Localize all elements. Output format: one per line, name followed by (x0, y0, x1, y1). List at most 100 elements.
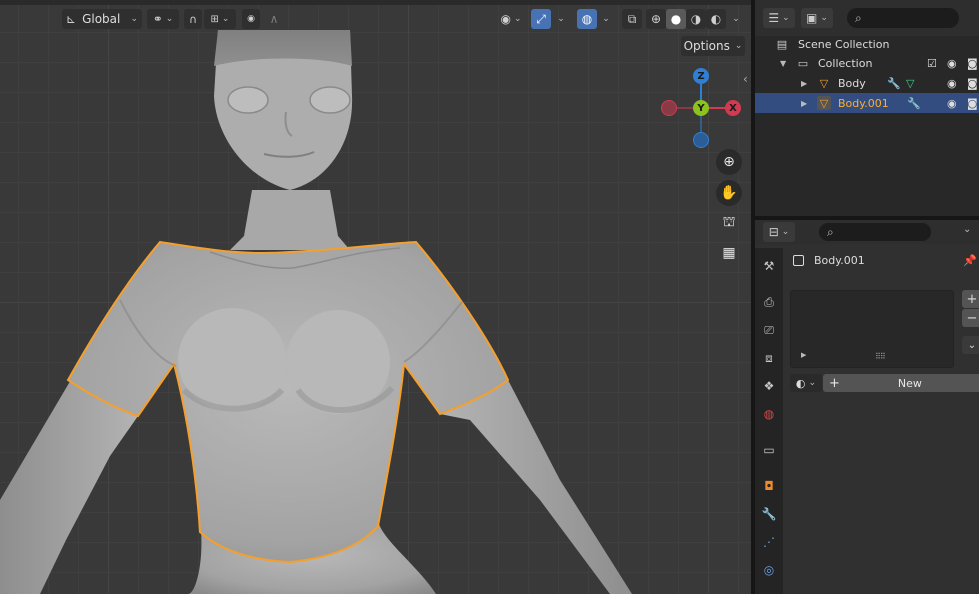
shading-rendered-button[interactable]: ◐ (706, 9, 726, 29)
material-specials-dropdown[interactable]: ⌄ (962, 336, 979, 354)
view-layer-tab-icon[interactable]: ⧈ (759, 348, 779, 368)
expand-right-icon[interactable]: ▶ (801, 351, 806, 359)
options-label: Options (683, 39, 730, 53)
neg-x-axis-ball[interactable] (661, 100, 677, 116)
camera-view-icon[interactable]: ⛫ (716, 210, 742, 236)
collection-tab-icon[interactable]: ▭ (759, 440, 779, 460)
chevron-down-icon: ⌄ (732, 14, 740, 24)
chevron-down-icon: ⌄ (734, 41, 743, 51)
checkbox-icon[interactable]: ☑ (927, 57, 937, 70)
mesh-render[interactable] (0, 0, 751, 594)
xray-icon: ⧉ (627, 11, 637, 26)
plus-icon: + (829, 375, 840, 391)
expand-down-icon[interactable]: ▼ (780, 59, 786, 68)
chevron-down-icon: ⌄ (602, 14, 610, 24)
display-mode-dropdown[interactable]: ▣ ⌄ (801, 8, 833, 28)
properties-tabs: ⚒ ⎙ ⎚ ⧈ ❖ ◍ ▭ ◘ 🔧 ⋰ ◎ (755, 248, 783, 594)
expand-right-icon[interactable]: ▶ (801, 79, 807, 88)
object-tab-icon[interactable]: ◘ (759, 476, 779, 496)
overlays-dropdown[interactable]: ⌄ (598, 9, 614, 29)
tool-tab-icon[interactable]: ⚒ (759, 256, 779, 276)
mesh-object-icon: ▽ (817, 96, 831, 110)
gizmo-icon: ⤢ (536, 11, 546, 26)
camera-icon[interactable]: ◙ (967, 57, 978, 70)
visibility-dropdown[interactable]: ◉ ⌄ (496, 9, 526, 29)
shading-dropdown[interactable]: ⌄ (728, 9, 744, 29)
camera-icon[interactable]: ◙ (967, 97, 978, 110)
y-axis-ball[interactable]: Y (693, 100, 709, 116)
outliner-row-scene-collection[interactable]: ▤ Scene Collection (755, 34, 979, 54)
options-dropdown[interactable]: Options ⌄ (681, 36, 745, 56)
transform-orientation-dropdown[interactable]: ⊾ Global ⌄ (62, 9, 142, 29)
proportional-edit-icon: ◉ (247, 14, 255, 24)
pin-icon[interactable]: 📌 (963, 254, 977, 267)
chevron-down-icon: ⌄ (808, 378, 817, 388)
chevron-down-icon[interactable]: ⌄ (963, 224, 971, 235)
scene-tab-icon[interactable]: ❖ (759, 376, 779, 396)
chevron-down-icon: ⌄ (781, 227, 790, 237)
x-axis-ball[interactable]: X (725, 100, 741, 116)
snap-target-dropdown[interactable]: ⊞ ⌄ (204, 9, 236, 29)
properties-search-input[interactable]: ⌕ (819, 223, 931, 241)
hand-pan-icon[interactable]: ✋ (716, 180, 742, 206)
outliner-row-body[interactable]: ▶ ▽ Body 🔧 ▽ ◉ ◙ (755, 73, 979, 93)
shading-material-button[interactable]: ◑ (686, 9, 706, 29)
modifier-wrench-icon: 🔧 (887, 76, 901, 90)
orientation-label: Global (82, 12, 121, 26)
particles-tab-icon[interactable]: ⋰ (759, 532, 779, 552)
overlays-toggle[interactable]: ◍ (577, 9, 597, 29)
gizmo-dropdown[interactable]: ⌄ (553, 9, 569, 29)
remove-material-slot-button[interactable]: − (962, 309, 979, 327)
world-tab-icon[interactable]: ◍ (759, 404, 779, 424)
outliner-row-collection[interactable]: ▼ ▭ Collection ☑ ◉ ◙ (755, 53, 979, 73)
expand-right-icon[interactable]: ▶ (801, 99, 807, 108)
eye-icon[interactable]: ◉ (947, 77, 957, 90)
eye-icon[interactable]: ◉ (947, 97, 957, 110)
editor-type-dropdown[interactable]: ⊟ ⌄ (763, 222, 795, 242)
physics-tab-icon[interactable]: ◎ (759, 560, 779, 580)
search-icon: ⌕ (827, 224, 834, 239)
outliner-header: ☰ ⌄ ▣ ⌄ ⌕ (755, 0, 979, 36)
render-tab-icon[interactable]: ⎙ (759, 292, 779, 312)
outliner-search-input[interactable]: ⌕ (847, 8, 959, 28)
editor-type-dropdown[interactable]: ☰ ⌄ (763, 8, 795, 28)
camera-icon[interactable]: ◙ (967, 77, 978, 90)
magnet-icon: ∩ (188, 12, 198, 26)
z-axis-ball[interactable]: Z (693, 68, 709, 84)
mesh-object-icon: ▽ (819, 76, 829, 90)
snap-toggle[interactable]: ∩ (184, 9, 202, 29)
add-material-slot-button[interactable]: + (962, 290, 979, 308)
new-material-button[interactable]: + New (823, 374, 979, 392)
outliner-row-body-001[interactable]: ▶ ▽ Body.001 🔧 ◉ ◙ (755, 93, 979, 113)
snap-increment-icon: ⊞ (210, 13, 219, 25)
browse-material-dropdown[interactable]: ◐ ⌄ (790, 374, 822, 392)
xray-toggle[interactable]: ⧉ (622, 9, 642, 29)
shading-wireframe-button[interactable]: ⊕ (646, 9, 666, 29)
resize-grip-icon[interactable]: ⠿⠿ (875, 352, 886, 361)
chevron-down-icon: ⌄ (513, 14, 522, 24)
modifier-tab-icon[interactable]: 🔧 (759, 504, 779, 524)
gizmo-toggle[interactable]: ⤢ (531, 9, 551, 29)
collection-box-icon: ▭ (797, 56, 809, 70)
neg-z-axis-ball[interactable] (693, 132, 709, 148)
perspective-grid-icon[interactable]: ▦ (716, 240, 742, 266)
proportional-falloff-dropdown[interactable]: ∧ (262, 9, 286, 29)
chevron-down-icon: ⌄ (820, 13, 828, 23)
output-tab-icon[interactable]: ⎚ (759, 320, 779, 340)
properties-icon: ⊟ (768, 225, 779, 239)
scene-collection-icon: ▤ (776, 37, 788, 51)
eye-icon[interactable]: ◉ (947, 57, 957, 70)
proportional-edit-toggle[interactable]: ◉ (242, 9, 260, 29)
shading-solid-button[interactable]: ● (666, 9, 686, 29)
properties-header: ⊟ ⌄ ⌕ ⌄ (755, 220, 979, 244)
pivot-point-dropdown[interactable]: ⚭ ⌄ (147, 9, 179, 29)
object-name: Body.001 (814, 254, 865, 267)
object-icon (793, 255, 804, 266)
zoom-icon[interactable]: ⊕ (716, 149, 742, 175)
chevron-down-icon: ⌄ (165, 14, 174, 24)
row-label: Body.001 (838, 96, 889, 110)
3d-viewport[interactable]: ⊾ Global ⌄ ⚭ ⌄ ∩ ⊞ ⌄ ◉ ∧ ◉ ⌄ ⤢ ⌄ ◍ ⌄ ⧉ ⊕… (0, 0, 751, 594)
material-sphere-icon: ◐ (795, 376, 806, 390)
material-slots-list[interactable]: ▶ ⠿⠿ (790, 290, 954, 368)
chevron-down-icon: ⌄ (967, 339, 977, 351)
